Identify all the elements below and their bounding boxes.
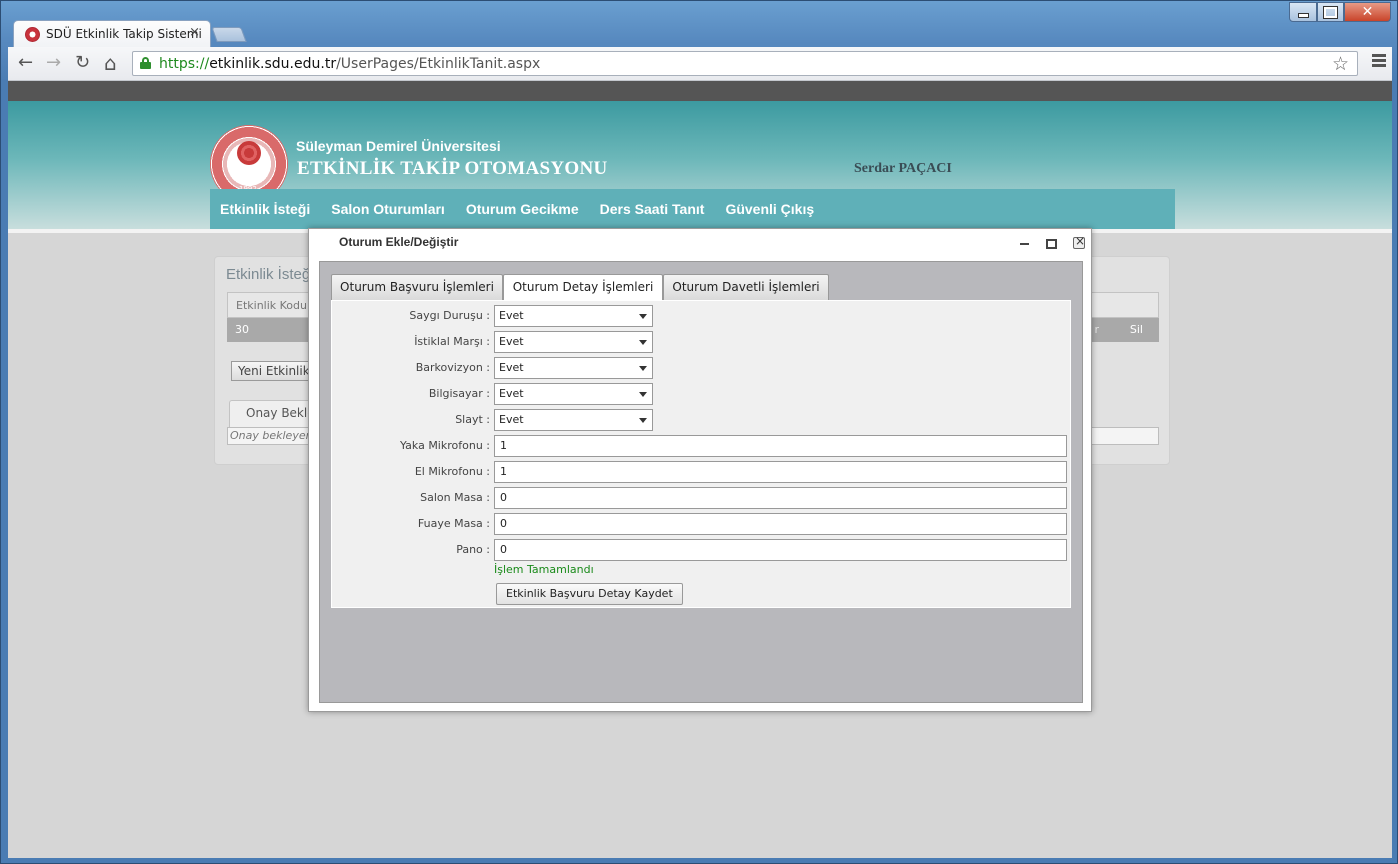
bilgisayar-select[interactable]: Evet: [494, 383, 653, 405]
yaka-mikrofonu-field[interactable]: 1: [494, 435, 1067, 457]
new-tab-button[interactable]: [211, 27, 247, 42]
form-row: El Mikrofonu : 1: [332, 461, 1072, 483]
form-row: Fuaye Masa : 0: [332, 513, 1072, 535]
field-label: Yaka Mikrofonu :: [399, 439, 490, 452]
forward-icon[interactable]: →: [46, 53, 61, 73]
url-text: https://etkinlik.sdu.edu.tr/UserPages/Et…: [159, 56, 541, 72]
university-name: Süleyman Demirel Üniversitesi: [296, 138, 501, 154]
nav-oturum-gecikme[interactable]: Oturum Gecikme: [466, 201, 579, 217]
field-label: Saygı Duruşu :: [409, 309, 490, 322]
minimize-button[interactable]: [1289, 2, 1317, 22]
dialog-maximize-icon[interactable]: [1045, 238, 1057, 249]
detail-form: Saygı Duruşu : Evet İstiklal Marşı : Eve…: [331, 300, 1071, 608]
field-label: Salon Masa :: [420, 491, 490, 504]
slayt-select[interactable]: Evet: [494, 409, 653, 431]
el-mikrofonu-field[interactable]: 1: [494, 461, 1067, 483]
field-label: Pano :: [456, 543, 490, 556]
tab-davetli-islemleri[interactable]: Oturum Davetli İşlemleri: [663, 274, 829, 300]
grid-cell-code: 30: [235, 323, 249, 336]
chevron-down-icon: [639, 418, 647, 423]
session-dialog: Oturum Ekle/Değiştir Oturum Başvuru İşle…: [308, 228, 1092, 712]
user-name: Serdar PAÇACI: [854, 161, 952, 176]
form-row: Salon Masa : 0: [332, 487, 1072, 509]
dialog-title: Oturum Ekle/Değiştir: [339, 235, 459, 249]
chevron-down-icon: [639, 314, 647, 319]
pano-field[interactable]: 0: [494, 539, 1067, 561]
new-event-button[interactable]: Yeni Etkinlik: [231, 361, 317, 381]
title-bar: SDÜ Etkinlik Takip Sistemi × ✕: [1, 1, 1397, 47]
dialog-minimize-icon[interactable]: [1019, 238, 1031, 248]
form-row: Yaka Mikrofonu : 1: [332, 435, 1072, 457]
nav-etkinlik-istegi[interactable]: Etkinlik İsteği: [220, 201, 310, 217]
save-detail-button[interactable]: Etkinlik Başvuru Detay Kaydet: [496, 583, 683, 605]
grid-header-label: Etkinlik Kodu: [236, 299, 307, 312]
form-row: İstiklal Marşı : Evet: [332, 331, 1072, 353]
app-title: ETKİNLİK TAKİP OTOMASYONU: [297, 158, 608, 179]
dialog-close-icon[interactable]: [1073, 234, 1085, 249]
form-row: Saygı Duruşu : Evet: [332, 305, 1072, 327]
bookmark-star-icon[interactable]: ☆: [1332, 53, 1349, 75]
onay-text: Onay bekleyen: [230, 429, 313, 442]
chevron-down-icon: [639, 392, 647, 397]
window-controls: ✕: [1289, 2, 1391, 22]
close-window-button[interactable]: ✕: [1344, 2, 1391, 22]
nav-salon-oturumlari[interactable]: Salon Oturumları: [331, 201, 445, 217]
form-row: Slayt : Evet: [332, 409, 1072, 431]
istiklal-marsi-select[interactable]: Evet: [494, 331, 653, 353]
field-label: Slayt :: [455, 413, 490, 426]
page-viewport: 1992 Süleyman Demirel Üniversitesi ETKİN…: [8, 81, 1392, 858]
tab-detay-islemleri[interactable]: Oturum Detay İşlemleri: [503, 274, 663, 301]
form-row: Barkovizyon : Evet: [332, 357, 1072, 379]
field-label: El Mikrofonu :: [414, 465, 490, 478]
menu-icon[interactable]: [1372, 54, 1386, 69]
form-row: Pano : 0: [332, 539, 1072, 561]
browser-tab[interactable]: SDÜ Etkinlik Takip Sistemi ×: [13, 20, 211, 47]
grid-cell-partial: r: [1094, 323, 1099, 336]
delete-link[interactable]: Sil: [1130, 323, 1143, 336]
form-row: Bilgisayar : Evet: [332, 383, 1072, 405]
status-message: İşlem Tamamlandı: [494, 563, 594, 576]
tab-close-icon[interactable]: ×: [189, 25, 200, 40]
lock-icon: [140, 57, 151, 69]
top-strip: [8, 81, 1392, 101]
tab-title: SDÜ Etkinlik Takip Sistemi: [46, 27, 202, 41]
tab-basvuru-islemleri[interactable]: Oturum Başvuru İşlemleri: [331, 274, 503, 300]
salon-masa-field[interactable]: 0: [494, 487, 1067, 509]
saygi-durusu-select[interactable]: Evet: [494, 305, 653, 327]
reload-icon[interactable]: ↻: [75, 53, 90, 73]
panel-title: Etkinlik İsteği: [226, 266, 314, 283]
nav-ders-saati-tanit[interactable]: Ders Saati Tanıt: [600, 201, 705, 217]
field-label: Barkovizyon :: [415, 361, 490, 374]
maximize-button[interactable]: [1317, 2, 1344, 22]
browser-toolbar: ← → ↻ ⌂ https://etkinlik.sdu.edu.tr/User…: [8, 47, 1392, 81]
address-bar[interactable]: https://etkinlik.sdu.edu.tr/UserPages/Et…: [132, 51, 1358, 76]
dialog-body: Oturum Başvuru İşlemleri Oturum Detay İş…: [319, 261, 1083, 703]
home-icon[interactable]: ⌂: [104, 53, 117, 73]
main-nav: Etkinlik İsteği Salon Oturumları Oturum …: [210, 189, 1175, 229]
browser-window: SDÜ Etkinlik Takip Sistemi × ✕ ← → ↻ ⌂ h…: [0, 0, 1398, 864]
nav-guvenli-cikis[interactable]: Güvenli Çıkış: [725, 201, 814, 217]
field-label: Fuaye Masa :: [417, 517, 490, 530]
field-label: İstiklal Marşı :: [414, 335, 490, 348]
barkovizyon-select[interactable]: Evet: [494, 357, 653, 379]
favicon-icon: [25, 27, 40, 42]
field-label: Bilgisayar :: [428, 387, 490, 400]
fuaye-masa-field[interactable]: 0: [494, 513, 1067, 535]
back-icon[interactable]: ←: [18, 53, 33, 73]
chevron-down-icon: [639, 366, 647, 371]
rose-icon: [237, 141, 261, 165]
chevron-down-icon: [639, 340, 647, 345]
